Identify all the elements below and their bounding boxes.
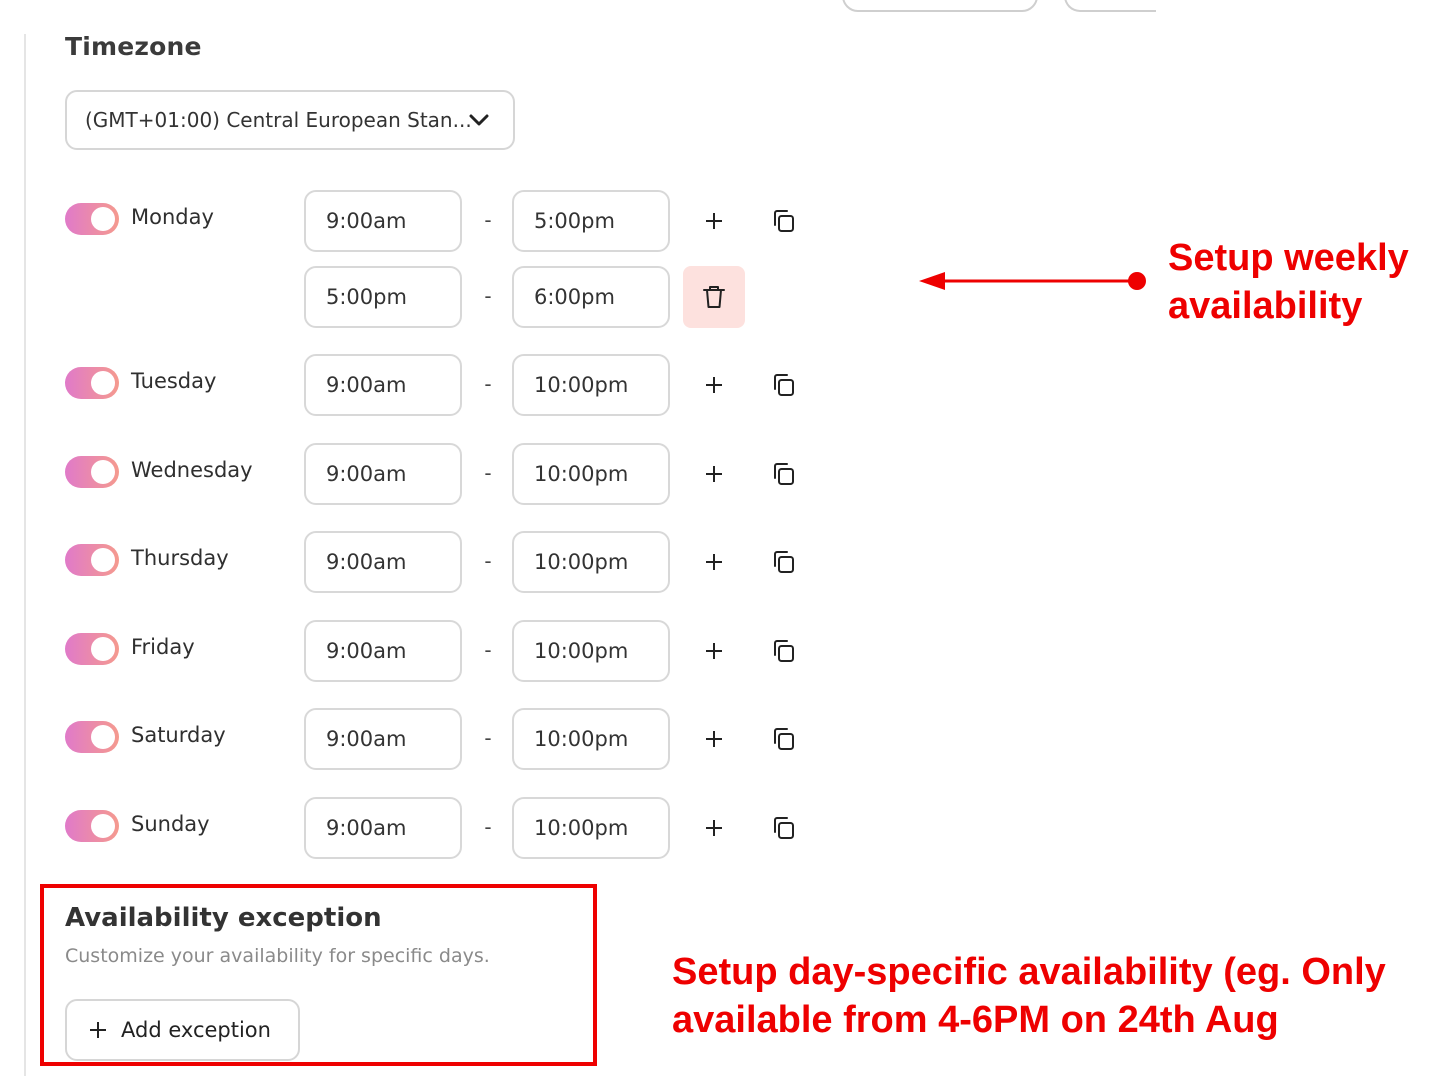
toggle-saturday[interactable] xyxy=(65,721,119,753)
copy-times-button[interactable] xyxy=(764,719,804,759)
copy-times-button[interactable] xyxy=(764,201,804,241)
plus-icon xyxy=(706,643,722,659)
day-label: Wednesday xyxy=(131,458,253,482)
annotation-arrow xyxy=(919,272,1146,290)
copy-icon xyxy=(774,817,794,839)
copy-icon xyxy=(774,728,794,750)
day-label: Saturday xyxy=(131,723,226,747)
add-slot-button[interactable] xyxy=(694,808,734,848)
delete-slot-button[interactable] xyxy=(683,266,745,328)
time-separator: - xyxy=(484,461,492,485)
timezone-value: (GMT+01:00) Central European Stan... xyxy=(85,108,472,132)
add-slot-button[interactable] xyxy=(694,454,734,494)
add-slot-button[interactable] xyxy=(694,631,734,671)
toggle-tuesday[interactable] xyxy=(65,367,119,399)
top-pill-button[interactable] xyxy=(842,0,1038,12)
annotation-weekly-line2: availability xyxy=(1168,285,1363,327)
plus-icon xyxy=(706,213,722,229)
toggle-monday[interactable] xyxy=(65,203,119,235)
annotation-specific-line2: available from 4-6PM on 24th Aug xyxy=(672,999,1279,1041)
start-time-input[interactable]: 9:00am xyxy=(304,708,462,770)
toggle-knob xyxy=(91,371,115,395)
day-label: Friday xyxy=(131,635,195,659)
left-border xyxy=(24,34,26,1076)
time-separator: - xyxy=(484,815,492,839)
end-time-input[interactable]: 10:00pm xyxy=(512,797,670,859)
exception-title: Availability exception xyxy=(65,903,382,933)
add-slot-button[interactable] xyxy=(694,201,734,241)
copy-icon xyxy=(774,640,794,662)
time-separator: - xyxy=(484,372,492,396)
toggle-knob xyxy=(91,460,115,484)
start-time-input[interactable]: 9:00am xyxy=(304,443,462,505)
annotation-specific-line1: Setup day-specific availability (eg. Onl… xyxy=(672,951,1386,993)
top-pill-button-2[interactable] xyxy=(1064,0,1156,12)
time-separator: - xyxy=(484,208,492,232)
start-time-input[interactable]: 5:00pm xyxy=(304,266,462,328)
start-time-input[interactable]: 9:00am xyxy=(304,620,462,682)
toggle-knob xyxy=(91,814,115,838)
toggle-knob xyxy=(91,548,115,572)
start-time-input[interactable]: 9:00am xyxy=(304,354,462,416)
add-exception-button[interactable]: Add exception xyxy=(65,999,300,1061)
toggle-friday[interactable] xyxy=(65,633,119,665)
time-separator: - xyxy=(484,726,492,750)
toggle-knob xyxy=(91,207,115,231)
toggle-knob xyxy=(91,725,115,749)
timezone-select[interactable]: (GMT+01:00) Central European Stan... xyxy=(65,90,515,150)
time-separator: - xyxy=(484,549,492,573)
end-time-input[interactable]: 10:00pm xyxy=(512,354,670,416)
plus-icon xyxy=(706,554,722,570)
start-time-input[interactable]: 9:00am xyxy=(304,797,462,859)
start-time-input[interactable]: 9:00am xyxy=(304,190,462,252)
toggle-sunday[interactable] xyxy=(65,810,119,842)
copy-times-button[interactable] xyxy=(764,454,804,494)
time-separator: - xyxy=(484,284,492,308)
end-time-input[interactable]: 10:00pm xyxy=(512,708,670,770)
toggle-knob xyxy=(91,637,115,661)
end-time-input[interactable]: 5:00pm xyxy=(512,190,670,252)
copy-icon xyxy=(774,210,794,232)
copy-times-button[interactable] xyxy=(764,808,804,848)
plus-icon xyxy=(706,820,722,836)
day-label: Monday xyxy=(131,205,214,229)
exception-subtitle: Customize your availability for specific… xyxy=(65,945,490,967)
copy-times-button[interactable] xyxy=(764,542,804,582)
plus-icon xyxy=(706,466,722,482)
end-time-input[interactable]: 10:00pm xyxy=(512,531,670,593)
end-time-input[interactable]: 6:00pm xyxy=(512,266,670,328)
trash-icon xyxy=(703,286,725,308)
add-slot-button[interactable] xyxy=(694,365,734,405)
time-separator: - xyxy=(484,638,492,662)
day-label: Sunday xyxy=(131,812,210,836)
plus-icon xyxy=(706,377,722,393)
day-label: Tuesday xyxy=(131,369,217,393)
plus-icon xyxy=(90,1022,106,1038)
copy-times-button[interactable] xyxy=(764,631,804,671)
day-label: Thursday xyxy=(131,546,229,570)
annotation-weekly-line1: Setup weekly xyxy=(1168,237,1409,279)
copy-icon xyxy=(774,551,794,573)
plus-icon xyxy=(706,731,722,747)
timezone-heading: Timezone xyxy=(65,32,202,61)
start-time-input[interactable]: 9:00am xyxy=(304,531,462,593)
copy-icon xyxy=(774,463,794,485)
toggle-wednesday[interactable] xyxy=(65,456,119,488)
toggle-thursday[interactable] xyxy=(65,544,119,576)
add-exception-label: Add exception xyxy=(121,1018,271,1042)
add-slot-button[interactable] xyxy=(694,719,734,759)
copy-icon xyxy=(774,374,794,396)
copy-times-button[interactable] xyxy=(764,365,804,405)
end-time-input[interactable]: 10:00pm xyxy=(512,620,670,682)
end-time-input[interactable]: 10:00pm xyxy=(512,443,670,505)
chevron-down-icon xyxy=(469,114,489,126)
add-slot-button[interactable] xyxy=(694,542,734,582)
